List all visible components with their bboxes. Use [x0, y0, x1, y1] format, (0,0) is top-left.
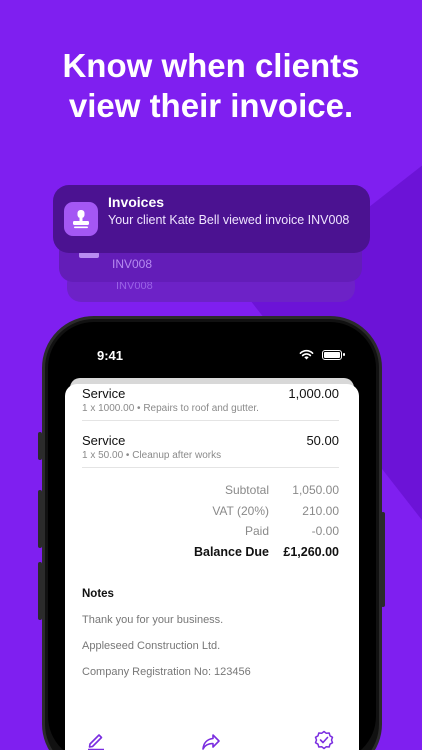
- notes-title: Notes: [82, 588, 114, 600]
- stacked-notification-1-text: INV008: [112, 257, 153, 271]
- line-item-description: 1 x 50.00 • Cleanup after works: [82, 450, 222, 461]
- battery-icon: [322, 349, 345, 360]
- line-item-amount: 1,000.00: [288, 386, 339, 401]
- phone-screen: 9:41 Service 1 x 1000.00 • Repairs to ro…: [48, 322, 376, 750]
- note-line: Appleseed Construction Ltd.: [82, 640, 221, 652]
- invoice-sheet: Service 1 x 1000.00 • Repairs to roof an…: [65, 384, 359, 750]
- line-item-name: Service: [82, 433, 126, 448]
- divider: [82, 467, 339, 468]
- line-item-description: 1 x 1000.00 • Repairs to roof and gutter…: [82, 403, 259, 414]
- stamp-icon: [64, 202, 98, 236]
- paid-value: -0.00: [311, 524, 339, 539]
- balance-due-row: Balance Due £1,260.00: [99, 542, 339, 563]
- line-item[interactable]: Service 1 x 1000.00 • Repairs to roof an…: [82, 386, 339, 414]
- subtotal-value: 1,050.00: [292, 483, 339, 498]
- vat-label: VAT (20%): [212, 503, 269, 518]
- line-item-amount: 50.00: [306, 433, 339, 448]
- line-item[interactable]: Service 1 x 50.00 • Cleanup after works …: [82, 433, 339, 461]
- balance-due-value: £1,260.00: [283, 544, 339, 559]
- notification-body: Your client Kate Bell viewed invoice INV…: [108, 213, 350, 227]
- status-icons: [299, 349, 345, 360]
- wifi-icon: [299, 349, 314, 360]
- vat-row: VAT (20%) 210.00: [99, 501, 339, 522]
- divider: [82, 420, 339, 421]
- vat-value: 210.00: [302, 503, 339, 518]
- headline-line-2: view their invoice.: [68, 87, 354, 124]
- share-icon[interactable]: [201, 732, 221, 750]
- notification-title: Invoices: [108, 194, 165, 210]
- invoice-totals: Subtotal 1,050.00 VAT (20%) 210.00 Paid …: [99, 480, 339, 562]
- subtotal-label: Subtotal: [224, 483, 269, 498]
- note-line: Company Registration No: 123456: [82, 666, 251, 678]
- headline-line-1: Know when clients: [62, 47, 360, 84]
- headline: Know when clients view their invoice.: [0, 46, 422, 126]
- status-time: 9:41: [97, 348, 124, 363]
- note-line: Thank you for your business.: [82, 614, 224, 626]
- edit-icon[interactable]: [86, 730, 106, 750]
- notification-banner[interactable]: Invoices Your client Kate Bell viewed in…: [53, 185, 370, 253]
- mark-paid-icon[interactable]: [314, 730, 334, 750]
- paid-row: Paid -0.00: [99, 521, 339, 542]
- balance-due-label: Balance Due: [193, 544, 269, 559]
- paid-label: Paid: [244, 524, 269, 539]
- subtotal-row: Subtotal 1,050.00: [99, 480, 339, 501]
